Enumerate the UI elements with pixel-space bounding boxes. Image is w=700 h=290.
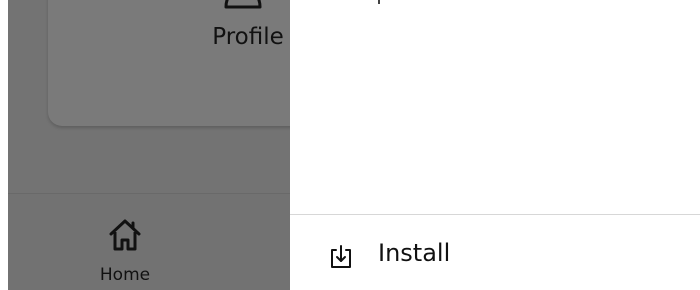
nav-item-home[interactable]: Home (80, 214, 170, 288)
person-icon (224, 0, 262, 9)
home-label: Home (99, 265, 151, 285)
home-icon (109, 219, 141, 251)
install-label: Install (378, 239, 451, 267)
install-menu-item[interactable]: Install (290, 215, 700, 290)
screen: Profile Home Install (0, 0, 700, 290)
install-icon (331, 245, 351, 268)
bottom-navigation: Home (8, 193, 290, 290)
top-cropped-mark (378, 0, 380, 4)
menu-sheet: Install (290, 0, 700, 290)
profile-card[interactable]: Profile (48, 0, 290, 126)
background-app-overlay[interactable]: Profile Home (8, 0, 290, 290)
profile-label: Profile (212, 24, 284, 50)
